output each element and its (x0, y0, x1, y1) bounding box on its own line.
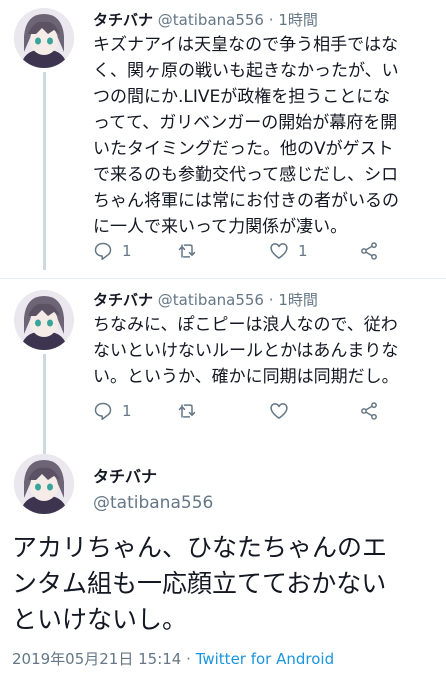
tweet-text-line: ちゃん将軍には常にお付きの者がいるの (93, 191, 399, 211)
tweet-header: タチバナ @tatibana556 · 1時間 (93, 290, 432, 310)
tweet-meta: 2019年05月21日 15:14 · Twitter for Android (12, 648, 334, 669)
client-link[interactable]: Twitter for Android (196, 650, 334, 668)
tweet-text-line: つの間にか.LIVEが政権を担うことにな (93, 87, 391, 107)
tweet-text: ちなみに、ぽこピーは浪人なので、従わ ないといけないルールとかはあんまりな い。… (93, 312, 432, 390)
share-icon (361, 242, 377, 260)
tweet-text-line: に一人で来いって力関係が凄い。 (93, 217, 348, 237)
user-handle[interactable]: @tatibana556 (158, 11, 264, 29)
thread-tweet[interactable]: タチバナ @tatibana556 · 1時間 ちなみに、ぽこピーは浪人なので、… (0, 280, 446, 454)
tweet-timestamp: 2019年05月21日 15:14 (12, 650, 182, 668)
tweet-header: タチバナ @tatibana556 · 1時間 (93, 10, 432, 30)
reply-button[interactable]: 1 (93, 398, 132, 424)
divider (0, 278, 446, 279)
reply-count: 1 (122, 402, 132, 420)
thread-line (43, 72, 46, 270)
reply-icon (94, 242, 112, 261)
tweet-actions: 1 (93, 398, 393, 424)
user-handle[interactable]: @tatibana556 (93, 493, 213, 513)
avatar[interactable] (14, 454, 74, 514)
separator-dot: · (186, 650, 191, 668)
tweet-text-line: ちなみに、ぽこピーは浪人なので、従わ (93, 315, 398, 335)
tweet-text-line: といけないし。 (12, 605, 188, 634)
like-count: 1 (298, 242, 308, 260)
display-name[interactable]: タチバナ (93, 291, 153, 309)
reply-button[interactable]: 1 (93, 238, 132, 264)
tweet-text-line: キズナアイは天皇なので争う相手ではな (93, 35, 399, 55)
tweet-actions: 1 1 (93, 238, 393, 264)
share-button[interactable] (359, 398, 379, 424)
timestamp[interactable]: 1時間 (278, 11, 318, 29)
tweet-text-line: アカリちゃん、ひなたちゃんのエ (12, 533, 388, 562)
like-button[interactable] (269, 398, 298, 424)
retweet-button[interactable] (177, 238, 206, 264)
main-tweet-text: アカリちゃん、ひなたちゃんのエ ンタム組も一応顔立てておかない といけないし。 (12, 530, 442, 638)
tweet-text-line: ないといけないルールとかはあんまりな (93, 341, 399, 361)
tweet-text-line: く、関ヶ原の戦いも起きなかったが、い (93, 61, 399, 81)
tweet-text-line: で来るのも参勤交代って感じだし、シロ (93, 165, 399, 185)
display-name[interactable]: タチバナ (93, 11, 153, 29)
avatar[interactable] (14, 290, 74, 350)
separator-dot: · (268, 291, 274, 309)
retweet-icon (178, 404, 196, 418)
like-button[interactable]: 1 (269, 238, 308, 264)
reply-icon (94, 402, 112, 421)
like-icon (270, 243, 288, 259)
avatar[interactable] (14, 8, 74, 68)
thread-tweet[interactable]: タチバナ @tatibana556 · 1時間 キズナアイは天皇なので争う相手で… (0, 0, 446, 280)
tweet-text-line: いたタイミングだった。他のVがゲスト (93, 139, 394, 159)
thread-line (43, 354, 46, 454)
tweet-text-line: ンタム組も一応顔立てておかない (12, 569, 387, 598)
tweet-text-line: い。というか、確かに同期は同期だし。 (93, 367, 399, 387)
separator-dot: · (268, 11, 274, 29)
retweet-icon (178, 244, 196, 258)
tweet-text: キズナアイは天皇なので争う相手ではな く、関ヶ原の戦いも起きなかったが、い つの… (93, 32, 432, 240)
display-name[interactable]: タチバナ (93, 463, 157, 487)
tweet-text-line: ってて、ガリベンガーの開始が幕府を開 (93, 113, 398, 133)
share-icon (361, 402, 377, 420)
share-button[interactable] (359, 238, 379, 264)
retweet-button[interactable] (177, 398, 206, 424)
user-handle[interactable]: @tatibana556 (158, 291, 264, 309)
timestamp[interactable]: 1時間 (278, 291, 318, 309)
reply-count: 1 (122, 242, 132, 260)
like-icon (270, 403, 288, 419)
